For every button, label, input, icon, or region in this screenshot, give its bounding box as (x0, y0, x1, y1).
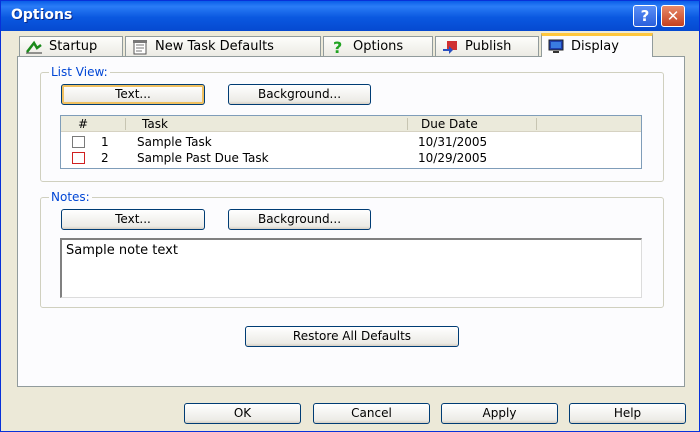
notepad-icon (131, 39, 149, 55)
restore-all-defaults-button[interactable]: Restore All Defaults (245, 326, 459, 347)
options-dialog: Options ? ✕ Startup New Task Defaults ? … (0, 0, 700, 432)
list-header: # Task Due Date (61, 116, 641, 132)
task-number: 2 (101, 151, 109, 165)
question-mark-icon: ? (640, 7, 650, 25)
title-bar[interactable]: Options ? ✕ (1, 1, 699, 31)
column-header-due-date[interactable]: Due Date (421, 117, 478, 131)
task-due-date: 10/31/2005 (418, 135, 488, 149)
monitor-icon (547, 39, 565, 55)
tab-startup-label: Startup (49, 38, 98, 54)
task-checkbox[interactable] (72, 136, 85, 148)
help-title-button[interactable]: ? (633, 5, 657, 27)
close-button[interactable]: ✕ (661, 5, 685, 27)
list-view-legend: List View: (49, 65, 110, 79)
notes-background-button[interactable]: Background... (228, 209, 371, 230)
table-row[interactable]: 1 Sample Task 10/31/2005 (61, 134, 641, 150)
tab-publish-label: Publish (465, 38, 512, 54)
window-title: Options (11, 7, 73, 23)
notes-legend: Notes: (49, 190, 92, 204)
dialog-footer: OK Cancel Apply Help (1, 401, 699, 431)
notes-preview-box: Sample note text (60, 238, 642, 298)
task-name: Sample Past Due Task (137, 151, 269, 165)
column-header-task[interactable]: Task (142, 117, 168, 131)
tab-options-label: Options (353, 38, 404, 54)
tab-display-label: Display (571, 38, 619, 54)
task-number: 1 (101, 135, 109, 149)
list-background-button[interactable]: Background... (228, 84, 371, 105)
question-icon: ? (329, 38, 347, 57)
close-icon: ✕ (666, 7, 680, 25)
column-header-number[interactable]: # (78, 117, 88, 131)
notes-sample-text: Sample note text (66, 243, 178, 258)
tab-options[interactable]: ? Options (323, 36, 433, 57)
cancel-button[interactable]: Cancel (313, 403, 430, 424)
publish-icon (441, 39, 459, 55)
apply-button[interactable]: Apply (441, 403, 558, 424)
tab-publish[interactable]: Publish (435, 36, 539, 56)
tab-startup[interactable]: Startup (19, 36, 123, 56)
task-name: Sample Task (137, 135, 212, 149)
startup-arrow-icon (25, 39, 43, 55)
help-button[interactable]: Help (569, 403, 686, 424)
tab-display[interactable]: Display (541, 33, 653, 57)
task-due-date: 10/29/2005 (418, 151, 488, 165)
notes-text-button[interactable]: Text... (61, 209, 205, 230)
task-list-view[interactable]: # Task Due Date 1 Sample Task 10/31/2005… (60, 115, 642, 169)
past-due-checkbox[interactable] (72, 152, 85, 164)
list-text-button[interactable]: Text... (61, 84, 205, 105)
table-row[interactable]: 2 Sample Past Due Task 10/29/2005 (61, 150, 641, 166)
svg-text:?: ? (333, 39, 342, 55)
tab-new-task-defaults-label: New Task Defaults (155, 38, 274, 54)
ok-button[interactable]: OK (184, 403, 301, 424)
tab-new-task-defaults[interactable]: New Task Defaults (125, 36, 321, 56)
